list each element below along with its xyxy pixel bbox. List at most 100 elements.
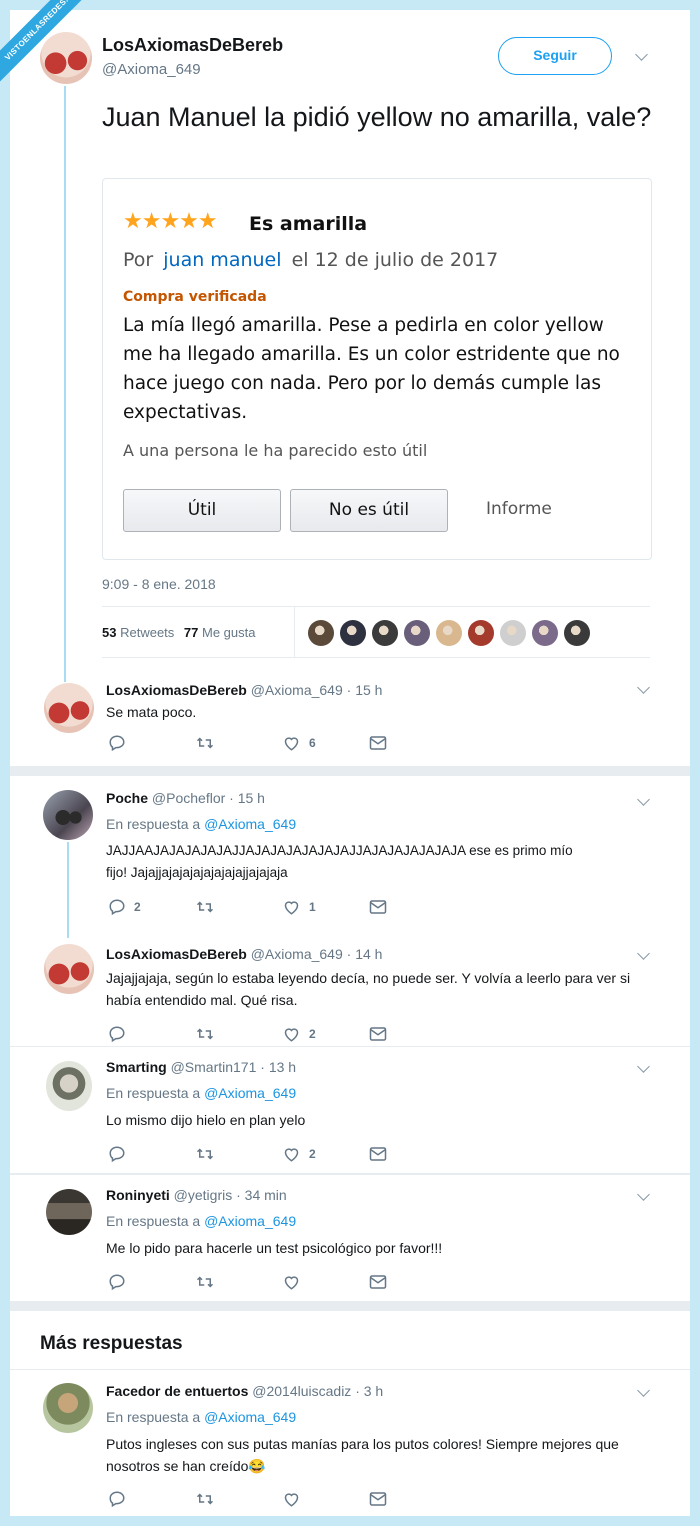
reply-header: Smarting @Smartin171 · 13 h <box>106 1059 297 1075</box>
liker-avatar[interactable] <box>404 620 430 646</box>
reply-icon <box>109 1274 125 1291</box>
likes-link[interactable]: Me gusta <box>202 625 255 640</box>
dm-button[interactable] <box>369 735 456 751</box>
dm-button[interactable] <box>369 1146 456 1162</box>
useful-button[interactable]: Útil <box>123 489 281 532</box>
liker-avatar[interactable] <box>532 620 558 646</box>
heart-icon <box>284 901 299 915</box>
reply-text: JAJJAAJAJAJAJAJAJJAJAJAJAJAJAJAJJAJAJAJA… <box>106 843 573 880</box>
liker-avatar[interactable] <box>372 620 398 646</box>
avatar[interactable] <box>46 1061 92 1111</box>
avatar[interactable] <box>43 790 93 840</box>
retweets-link[interactable]: Retweets <box>120 625 174 640</box>
liker-avatar[interactable] <box>308 620 334 646</box>
envelope-icon <box>369 1147 387 1161</box>
chevron-down-icon[interactable] <box>637 947 650 960</box>
reply-button[interactable] <box>108 1025 195 1043</box>
reply-header: Roninyeti @yetigris · 34 min <box>106 1187 287 1203</box>
chevron-down-icon[interactable] <box>637 681 650 694</box>
reply-button[interactable]: 2 <box>108 898 195 916</box>
liker-avatar[interactable] <box>500 620 526 646</box>
chevron-down-icon[interactable] <box>637 1188 650 1201</box>
dm-button[interactable] <box>369 1274 456 1290</box>
retweet-button[interactable] <box>195 1025 282 1043</box>
reply-text: Me lo pido para hacerle un test psicológ… <box>106 1240 443 1256</box>
review-title: Es amarilla <box>249 213 368 235</box>
avatar[interactable] <box>43 1383 93 1433</box>
timestamp[interactable]: 9:09 - 8 ene. 2018 <box>102 576 216 592</box>
like-button[interactable] <box>282 1490 369 1508</box>
retweet-icon <box>196 1148 214 1160</box>
reply-text: Putos ingleses con sus putas manías para… <box>106 1436 619 1474</box>
retweet-button[interactable] <box>195 1490 282 1508</box>
not-useful-button[interactable]: No es útil <box>290 489 448 532</box>
reply-actions: 6 <box>108 734 456 752</box>
reply-text: Se mata poco. <box>106 704 197 720</box>
reply-icon <box>109 1146 125 1163</box>
avatar[interactable] <box>46 1189 92 1235</box>
chevron-down-icon[interactable] <box>637 1060 650 1073</box>
liker-avatars <box>308 620 590 646</box>
like-button[interactable]: 2 <box>282 1145 369 1163</box>
liker-avatar[interactable] <box>340 620 366 646</box>
review-author-link[interactable]: juan manuel <box>163 249 281 271</box>
reply-button[interactable] <box>108 1145 195 1163</box>
envelope-icon <box>369 1027 387 1041</box>
retweet-icon <box>196 737 214 749</box>
envelope-icon <box>369 1492 387 1506</box>
report-link[interactable]: Informe <box>486 499 552 519</box>
author-name[interactable]: LosAxiomasDeBereb <box>102 35 283 56</box>
liker-avatar[interactable] <box>564 620 590 646</box>
envelope-icon <box>369 1275 387 1289</box>
reply-tweet: Smarting @Smartin171 · 13 h En respuesta… <box>10 1046 690 1173</box>
star-rating: ★★★★★ <box>123 209 218 234</box>
follow-button[interactable]: Seguir <box>498 37 612 75</box>
reply-text: Lo mismo dijo hielo en plan yelo <box>106 1112 306 1128</box>
retweet-icon <box>196 1028 214 1040</box>
dm-button[interactable] <box>369 1491 456 1507</box>
in-reply-to: En respuesta a @Axioma_649 <box>106 816 297 832</box>
engagement-stats: 53 Retweets 77 Me gusta <box>102 625 256 640</box>
heart-icon <box>284 1148 299 1162</box>
like-button[interactable]: 1 <box>282 898 369 916</box>
verified-badge: Compra verificada <box>123 289 267 305</box>
chevron-down-icon[interactable] <box>637 793 650 806</box>
retweet-button[interactable] <box>195 898 282 916</box>
like-button[interactable]: 6 <box>282 734 369 752</box>
in-reply-to: En respuesta a @Axioma_649 <box>106 1213 297 1229</box>
retweet-button[interactable] <box>195 734 282 752</box>
in-reply-to: En respuesta a @Axioma_649 <box>106 1085 297 1101</box>
chevron-down-icon[interactable] <box>637 1384 650 1397</box>
dm-button[interactable] <box>369 1026 456 1042</box>
reply-header: Facedor de entuertos @2014luiscadiz · 3 … <box>106 1383 384 1399</box>
avatar[interactable] <box>44 944 94 994</box>
like-button[interactable] <box>282 1273 369 1291</box>
reply-button[interactable] <box>108 1273 195 1291</box>
tweet-thread: LosAxiomasDeBereb @Axioma_649 Seguir Jua… <box>10 10 690 1516</box>
like-button[interactable]: 2 <box>282 1025 369 1043</box>
reply-button[interactable] <box>108 734 195 752</box>
heart-icon <box>284 1276 299 1290</box>
avatar[interactable] <box>40 32 92 84</box>
more-replies-section: Más respuestas Facedor de entuertos @201… <box>10 1311 690 1516</box>
reply-actions: 2 1 <box>108 898 456 916</box>
section-heading: Más respuestas <box>40 1333 183 1354</box>
retweet-button[interactable] <box>195 1273 282 1291</box>
reply-header: LosAxiomasDeBereb @Axioma_649 · 15 h <box>106 682 383 698</box>
retweet-button[interactable] <box>195 1145 282 1163</box>
avatar[interactable] <box>44 683 94 733</box>
reply-tweet: Roninyeti @yetigris · 34 min En respuest… <box>10 1174 690 1301</box>
reply-actions <box>108 1490 456 1508</box>
conversation-thread: Poche @Pocheflor · 15 h En respuesta a @… <box>10 776 690 1046</box>
review-body: La mía llegó amarilla. Pese a pedirla en… <box>123 315 620 423</box>
liker-avatar[interactable] <box>468 620 494 646</box>
main-tweet: LosAxiomasDeBereb @Axioma_649 Seguir Jua… <box>10 10 690 766</box>
reply-button[interactable] <box>108 1490 195 1508</box>
retweet-icon <box>196 1276 214 1288</box>
liker-avatar[interactable] <box>436 620 462 646</box>
author-handle[interactable]: @Axioma_649 <box>102 61 201 78</box>
reply-icon <box>109 899 125 916</box>
amazon-review-image: ★★★★★ Es amarilla Por juan manuel el 12 … <box>102 178 652 560</box>
dm-button[interactable] <box>369 899 456 915</box>
chevron-down-icon[interactable] <box>635 48 648 61</box>
